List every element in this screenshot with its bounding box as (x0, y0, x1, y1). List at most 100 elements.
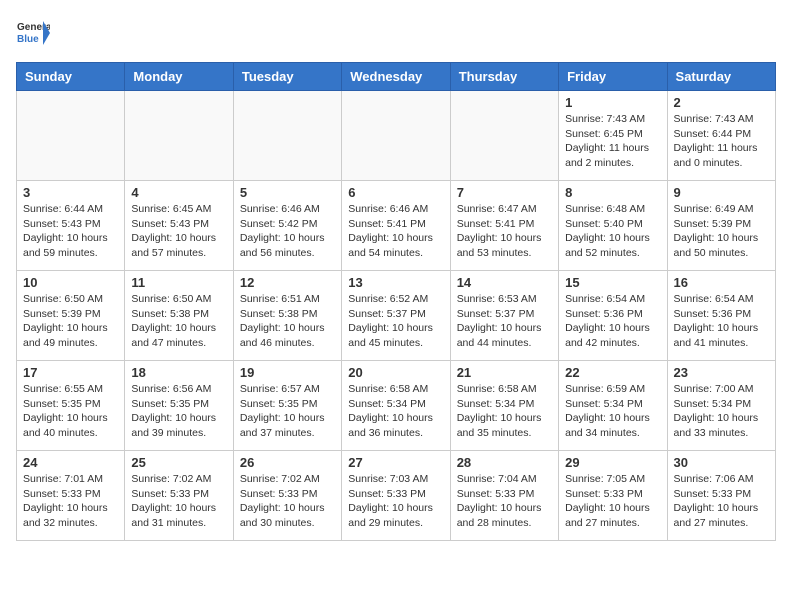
calendar-week-2: 3Sunrise: 6:44 AM Sunset: 5:43 PM Daylig… (17, 181, 776, 271)
day-info: Sunrise: 6:51 AM Sunset: 5:38 PM Dayligh… (240, 292, 335, 351)
day-number: 5 (240, 185, 335, 200)
calendar-cell: 8 Sunrise: 6:48 AM Sunset: 5:40 PM Daylig… (559, 181, 667, 271)
day-info: Sunrise: 7:06 AM Sunset: 5:33 PM Dayligh… (674, 472, 769, 531)
calendar-cell: 13 Sunrise: 6:52 AM Sunset: 5:37 PM Dayli… (342, 271, 450, 361)
calendar-header-wednesday: Wednesday (342, 63, 450, 91)
calendar-header-saturday: Saturday (667, 63, 775, 91)
calendar-cell: 22 Sunrise: 6:59 AM Sunset: 5:34 PM Dayli… (559, 361, 667, 451)
calendar-cell: 5 Sunrise: 6:46 AM Sunset: 5:42 PM Daylig… (233, 181, 341, 271)
day-number: 12 (240, 275, 335, 290)
calendar-cell: 2 Sunrise: 7:43 AM Sunset: 6:44 PM Daylig… (667, 91, 775, 181)
calendar-cell: 14Sunrise: 6:53 AM Sunset: 5:37 PM Dayli… (450, 271, 558, 361)
day-info: Sunrise: 6:52 AM Sunset: 5:37 PM Dayligh… (348, 292, 443, 351)
day-info: Sunrise: 7:43 AM Sunset: 6:44 PM Dayligh… (674, 112, 769, 171)
day-info: Sunrise: 7:01 AM Sunset: 5:33 PM Dayligh… (23, 472, 118, 531)
calendar-header-sunday: Sunday (17, 63, 125, 91)
day-number: 3 (23, 185, 118, 200)
calendar-header-friday: Friday (559, 63, 667, 91)
calendar-cell: 20 Sunrise: 6:58 AM Sunset: 5:34 PM Dayli… (342, 361, 450, 451)
calendar-cell (450, 91, 558, 181)
calendar-header-row: SundayMondayTuesdayWednesdayThursdayFrid… (17, 63, 776, 91)
calendar-cell: 28 Sunrise: 7:04 AM Sunset: 5:33 PM Dayli… (450, 451, 558, 541)
calendar-cell: 24 Sunrise: 7:01 AM Sunset: 5:33 PM Dayli… (17, 451, 125, 541)
day-number: 19 (240, 365, 335, 380)
day-info: Sunrise: 6:56 AM Sunset: 5:35 PM Dayligh… (131, 382, 226, 441)
day-info: Sunrise: 7:04 AM Sunset: 5:33 PM Dayligh… (457, 472, 552, 531)
calendar-cell (233, 91, 341, 181)
day-info: Sunrise: 7:03 AM Sunset: 5:33 PM Dayligh… (348, 472, 443, 531)
calendar-cell: 21 Sunrise: 6:58 AM Sunset: 5:34 PM Dayli… (450, 361, 558, 451)
calendar-cell: 1Sunrise: 7:43 AM Sunset: 6:45 PM Daylig… (559, 91, 667, 181)
calendar-cell (342, 91, 450, 181)
calendar-header-monday: Monday (125, 63, 233, 91)
page-header: General Blue (16, 16, 776, 50)
day-number: 23 (674, 365, 769, 380)
calendar-cell: 10 Sunrise: 6:50 AM Sunset: 5:39 PM Dayli… (17, 271, 125, 361)
day-number: 16 (674, 275, 769, 290)
day-info: Sunrise: 6:47 AM Sunset: 5:41 PM Dayligh… (457, 202, 552, 261)
day-info: Sunrise: 6:58 AM Sunset: 5:34 PM Dayligh… (348, 382, 443, 441)
calendar-cell: 9Sunrise: 6:49 AM Sunset: 5:39 PM Daylig… (667, 181, 775, 271)
calendar-week-4: 17 Sunrise: 6:55 AM Sunset: 5:35 PM Dayli… (17, 361, 776, 451)
day-info: Sunrise: 6:45 AM Sunset: 5:43 PM Dayligh… (131, 202, 226, 261)
day-info: Sunrise: 6:50 AM Sunset: 5:39 PM Dayligh… (23, 292, 118, 351)
day-number: 27 (348, 455, 443, 470)
day-number: 20 (348, 365, 443, 380)
day-info: Sunrise: 7:02 AM Sunset: 5:33 PM Dayligh… (240, 472, 335, 531)
calendar-header-thursday: Thursday (450, 63, 558, 91)
calendar-week-1: 1Sunrise: 7:43 AM Sunset: 6:45 PM Daylig… (17, 91, 776, 181)
day-info: Sunrise: 6:54 AM Sunset: 5:36 PM Dayligh… (674, 292, 769, 351)
calendar-cell: 15 Sunrise: 6:54 AM Sunset: 5:36 PM Dayli… (559, 271, 667, 361)
calendar-table: SundayMondayTuesdayWednesdayThursdayFrid… (16, 62, 776, 541)
calendar-cell: 17 Sunrise: 6:55 AM Sunset: 5:35 PM Dayli… (17, 361, 125, 451)
day-number: 4 (131, 185, 226, 200)
day-info: Sunrise: 7:00 AM Sunset: 5:34 PM Dayligh… (674, 382, 769, 441)
day-number: 2 (674, 95, 769, 110)
day-number: 13 (348, 275, 443, 290)
day-number: 8 (565, 185, 660, 200)
day-info: Sunrise: 6:46 AM Sunset: 5:41 PM Dayligh… (348, 202, 443, 261)
day-info: Sunrise: 6:55 AM Sunset: 5:35 PM Dayligh… (23, 382, 118, 441)
day-number: 17 (23, 365, 118, 380)
day-number: 15 (565, 275, 660, 290)
day-info: Sunrise: 7:05 AM Sunset: 5:33 PM Dayligh… (565, 472, 660, 531)
calendar-cell (17, 91, 125, 181)
calendar-cell: 29 Sunrise: 7:05 AM Sunset: 5:33 PM Dayli… (559, 451, 667, 541)
day-info: Sunrise: 6:59 AM Sunset: 5:34 PM Dayligh… (565, 382, 660, 441)
day-info: Sunrise: 6:50 AM Sunset: 5:38 PM Dayligh… (131, 292, 226, 351)
calendar-cell: 7 Sunrise: 6:47 AM Sunset: 5:41 PM Daylig… (450, 181, 558, 271)
calendar-header-tuesday: Tuesday (233, 63, 341, 91)
day-number: 10 (23, 275, 118, 290)
calendar-cell: 16 Sunrise: 6:54 AM Sunset: 5:36 PM Dayli… (667, 271, 775, 361)
day-number: 25 (131, 455, 226, 470)
day-info: Sunrise: 6:46 AM Sunset: 5:42 PM Dayligh… (240, 202, 335, 261)
logo-svg: General Blue (16, 16, 50, 50)
day-number: 28 (457, 455, 552, 470)
day-number: 1 (565, 95, 660, 110)
svg-text:Blue: Blue (17, 34, 39, 45)
day-info: Sunrise: 6:57 AM Sunset: 5:35 PM Dayligh… (240, 382, 335, 441)
day-number: 18 (131, 365, 226, 380)
day-number: 29 (565, 455, 660, 470)
logo: General Blue (16, 16, 50, 50)
day-number: 24 (23, 455, 118, 470)
calendar-cell: 11Sunrise: 6:50 AM Sunset: 5:38 PM Dayli… (125, 271, 233, 361)
day-number: 30 (674, 455, 769, 470)
day-info: Sunrise: 6:54 AM Sunset: 5:36 PM Dayligh… (565, 292, 660, 351)
day-info: Sunrise: 6:53 AM Sunset: 5:37 PM Dayligh… (457, 292, 552, 351)
calendar-cell: 23 Sunrise: 7:00 AM Sunset: 5:34 PM Dayli… (667, 361, 775, 451)
day-info: Sunrise: 6:58 AM Sunset: 5:34 PM Dayligh… (457, 382, 552, 441)
day-number: 21 (457, 365, 552, 380)
calendar-week-3: 10 Sunrise: 6:50 AM Sunset: 5:39 PM Dayli… (17, 271, 776, 361)
calendar-cell: 19 Sunrise: 6:57 AM Sunset: 5:35 PM Dayli… (233, 361, 341, 451)
day-number: 22 (565, 365, 660, 380)
calendar-cell: 3Sunrise: 6:44 AM Sunset: 5:43 PM Daylig… (17, 181, 125, 271)
calendar-cell: 25 Sunrise: 7:02 AM Sunset: 5:33 PM Dayli… (125, 451, 233, 541)
day-number: 6 (348, 185, 443, 200)
calendar-cell: 30 Sunrise: 7:06 AM Sunset: 5:33 PM Dayli… (667, 451, 775, 541)
day-number: 7 (457, 185, 552, 200)
calendar-cell: 26Sunrise: 7:02 AM Sunset: 5:33 PM Dayli… (233, 451, 341, 541)
day-info: Sunrise: 7:02 AM Sunset: 5:33 PM Dayligh… (131, 472, 226, 531)
day-info: Sunrise: 6:48 AM Sunset: 5:40 PM Dayligh… (565, 202, 660, 261)
calendar-cell: 4 Sunrise: 6:45 AM Sunset: 5:43 PM Daylig… (125, 181, 233, 271)
